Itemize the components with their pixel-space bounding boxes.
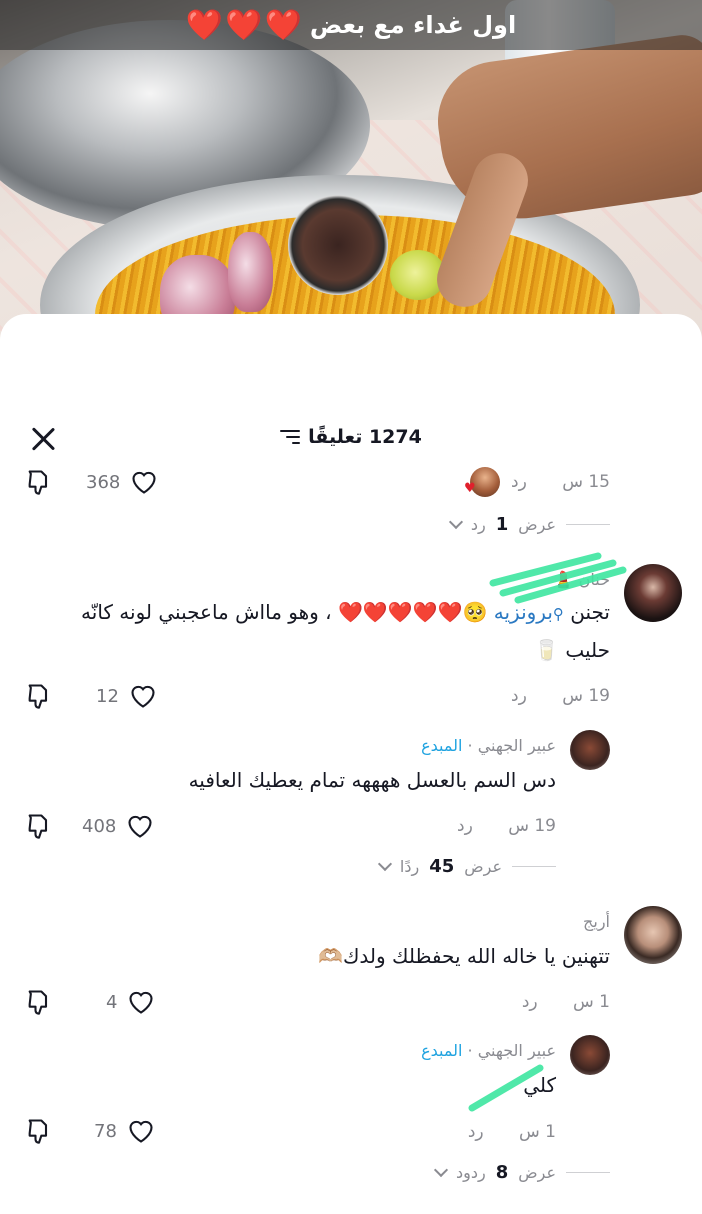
- comment-meta: 1 س رد: [522, 992, 610, 1012]
- comment-text-start: تجنن: [563, 600, 610, 624]
- like-count: 368: [86, 471, 121, 493]
- comment-time: 1 س: [573, 992, 610, 1012]
- like-count: 12: [96, 685, 119, 707]
- comment-username[interactable]: عبير الجهني · المبدع: [421, 1041, 556, 1060]
- sauce-cup: [288, 195, 388, 295]
- view-replies-count: 45: [429, 856, 455, 877]
- comment-actions: 4: [24, 988, 155, 1016]
- view-replies-prefix: عرض: [518, 1163, 556, 1182]
- like-count: 4: [106, 991, 118, 1013]
- heart-icon[interactable]: [127, 1118, 155, 1144]
- comment-text: دس السم بالعسل ههههه تمام يعطيك العافيه: [188, 768, 556, 792]
- comment-username[interactable]: عبير الجهني · المبدع: [421, 736, 556, 755]
- view-replies-count: 8: [495, 1162, 509, 1183]
- mention-name: برونزيه: [493, 600, 553, 624]
- reply-button[interactable]: رد: [511, 686, 527, 706]
- avatar[interactable]: [570, 1035, 610, 1075]
- avatar[interactable]: [624, 564, 682, 622]
- comment-username[interactable]: أريج: [583, 912, 610, 931]
- comment-count: 1274 تعليقًا: [0, 426, 702, 448]
- comment-text: تجنن ⚲برونزيه 🥺❤️❤️❤️❤️❤️ ، وهو مااش ماع…: [50, 594, 610, 668]
- reply-button[interactable]: رد: [468, 1122, 484, 1142]
- comment-avatar-mini[interactable]: ♥: [464, 467, 500, 497]
- video-preview[interactable]: اول غداء مع بعض ❤️❤️❤️: [0, 0, 702, 340]
- heart-icon[interactable]: [127, 989, 155, 1015]
- reply-button[interactable]: رد: [522, 992, 538, 1012]
- comment-time: 1 س: [519, 1122, 556, 1142]
- chevron-down-icon: [433, 1162, 449, 1177]
- comment-actions: 408: [24, 812, 154, 840]
- heart-icon[interactable]: [129, 683, 157, 709]
- avatar[interactable]: [624, 906, 682, 964]
- view-replies-count: 1: [495, 514, 509, 535]
- video-caption: اول غداء مع بعض ❤️❤️❤️: [0, 0, 702, 50]
- filter-icon[interactable]: [280, 429, 301, 445]
- reply-button[interactable]: رد: [457, 816, 473, 836]
- chevron-down-icon: [448, 514, 463, 529]
- view-replies-button[interactable]: عرض 1 رد: [448, 514, 610, 535]
- heart-badge-icon: ♥: [464, 481, 476, 496]
- reply-button[interactable]: رد: [511, 472, 527, 492]
- username: حنان: [578, 570, 610, 589]
- view-replies-prefix: عرض: [464, 857, 502, 876]
- view-replies-button[interactable]: عرض 8 ردود: [433, 1162, 610, 1183]
- chevron-down-icon: [377, 856, 392, 871]
- view-replies-button[interactable]: عرض 45 ردًا: [377, 856, 556, 877]
- creator-badge: المبدع: [421, 736, 463, 755]
- username: أريج: [583, 912, 610, 931]
- view-replies-suffix: ردود: [456, 1163, 486, 1182]
- username: عبير الجهني: [477, 736, 556, 755]
- dislike-icon[interactable]: [24, 812, 54, 840]
- caption-hearts: ❤️❤️❤️: [185, 7, 304, 43]
- comment-time: 19 س: [508, 816, 556, 836]
- dislike-icon[interactable]: [24, 468, 54, 496]
- divider: [566, 1171, 610, 1174]
- view-replies-suffix: ردًا: [399, 857, 420, 876]
- comment-actions: 12: [24, 682, 157, 710]
- divider: [512, 865, 556, 868]
- view-replies-suffix: رد: [470, 515, 486, 534]
- comment-actions: 368: [24, 468, 158, 496]
- divider: [566, 523, 610, 526]
- comment-count-label: 1274 تعليقًا: [308, 426, 422, 448]
- search-icon: ⚲: [552, 605, 564, 623]
- like-count: 408: [82, 815, 117, 837]
- lipstick-icon: 💄: [553, 570, 574, 589]
- onion: [228, 232, 273, 312]
- dislike-icon[interactable]: [24, 1117, 54, 1145]
- heart-icon[interactable]: [126, 813, 154, 839]
- comment-actions: 78: [24, 1117, 155, 1145]
- comment-meta: 1 س رد: [468, 1122, 556, 1142]
- comment-meta: 19 س رد: [511, 686, 610, 706]
- comment-time: 15 س: [562, 472, 610, 492]
- caption-text: اول غداء مع بعض: [309, 11, 517, 39]
- comments-header: 1274 تعليقًا: [0, 426, 702, 456]
- heart-icon[interactable]: [130, 469, 158, 495]
- comment-meta: 15 س رد: [511, 472, 610, 492]
- view-replies-prefix: عرض: [518, 515, 556, 534]
- mention-link[interactable]: ⚲برونزيه: [494, 600, 564, 624]
- dislike-icon[interactable]: [24, 988, 54, 1016]
- dislike-icon[interactable]: [24, 682, 54, 710]
- comment-username[interactable]: حنان 💄: [554, 570, 610, 589]
- like-count: 78: [94, 1120, 117, 1142]
- username: عبير الجهني: [477, 1041, 556, 1060]
- comment-meta: 19 س رد: [457, 816, 556, 836]
- comment-text: كلي: [523, 1073, 556, 1097]
- creator-badge: المبدع: [421, 1041, 463, 1060]
- comment-text: تتهنين يا خاله الله يحفظلك ولدك🫶🏼: [318, 944, 610, 968]
- comment-time: 19 س: [562, 686, 610, 706]
- avatar[interactable]: [570, 730, 610, 770]
